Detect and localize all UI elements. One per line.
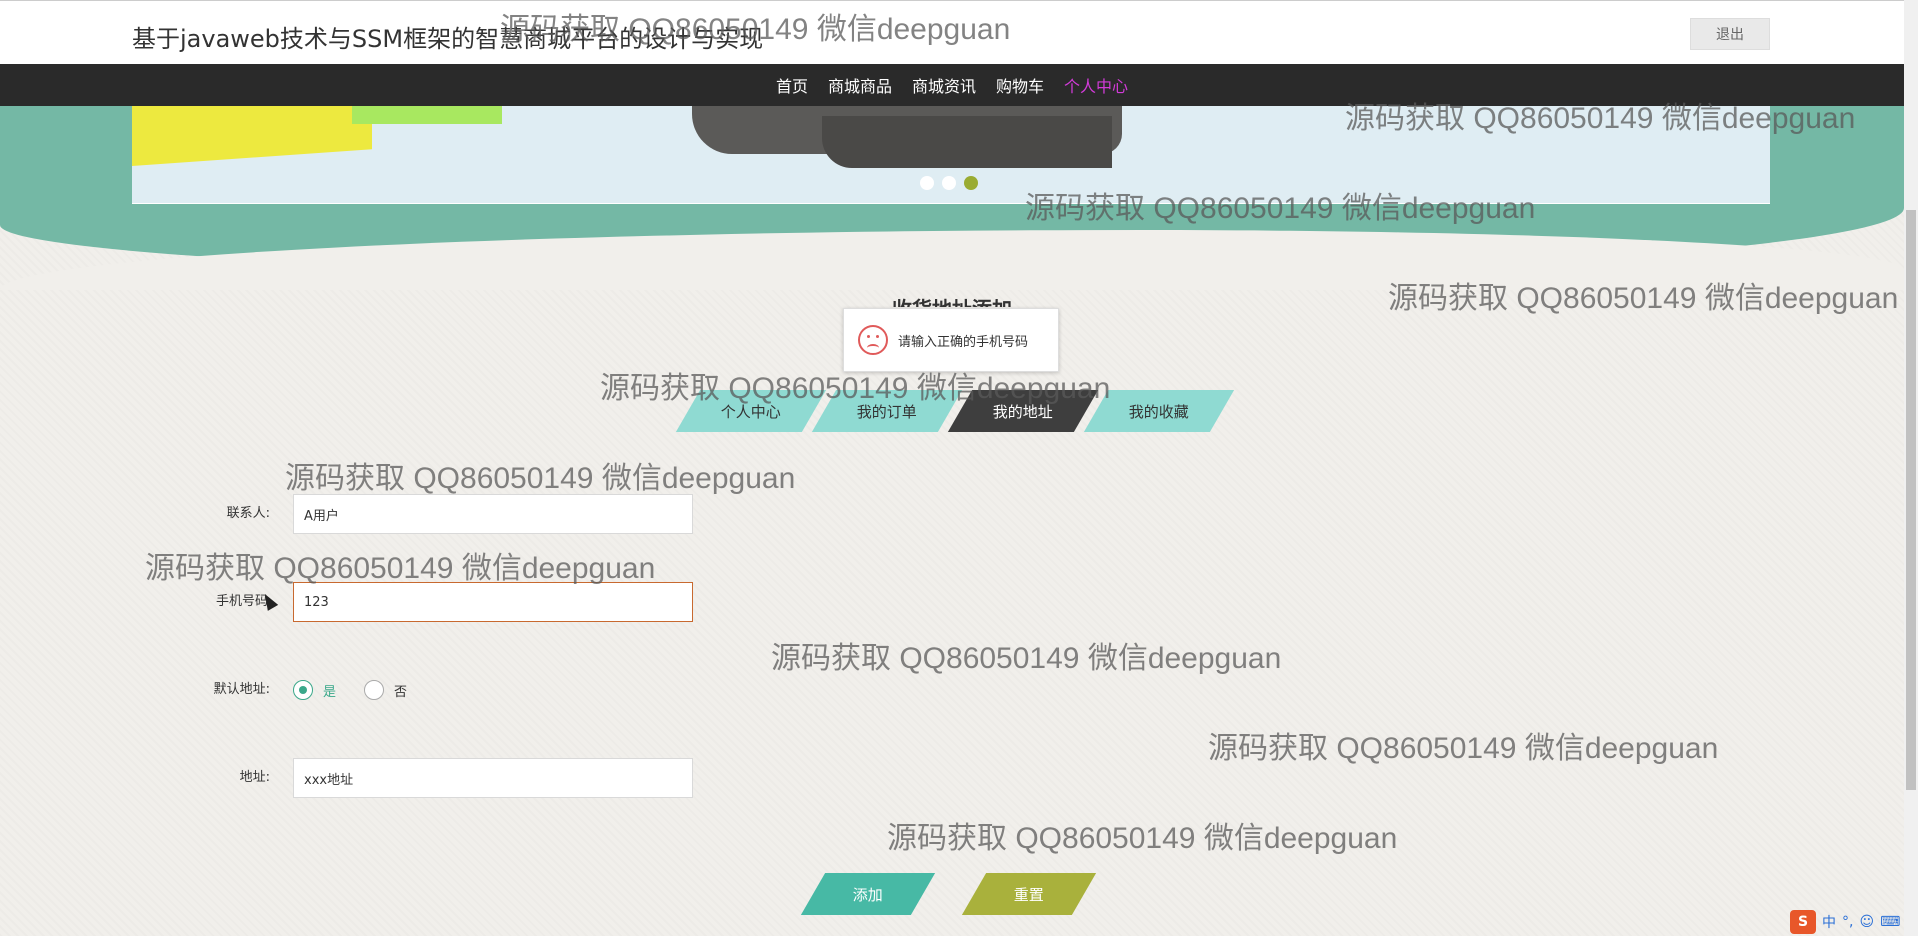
sad-face-icon bbox=[858, 325, 888, 355]
vertical-scrollbar[interactable] bbox=[1904, 0, 1918, 936]
tab-label: 我的收藏 bbox=[1128, 402, 1189, 421]
watermark: 源码获取 QQ86050149 微信deepguan bbox=[1345, 102, 1856, 135]
reset-button-label: 重置 bbox=[1013, 885, 1044, 904]
watermark: 源码获取 QQ86050149 微信deepguan bbox=[500, 13, 1011, 46]
banner-image-yellow bbox=[132, 106, 372, 166]
keyboard-icon[interactable]: ⌨ bbox=[1880, 914, 1900, 930]
carousel-dots bbox=[920, 176, 978, 190]
default-no-radio[interactable] bbox=[364, 680, 385, 700]
watermark: 源码获取 QQ86050149 微信deepguan bbox=[285, 462, 796, 495]
nav-item-cart[interactable]: 购物车 bbox=[996, 73, 1044, 97]
contact-input[interactable]: A用户 bbox=[293, 494, 693, 534]
nav-item-products[interactable]: 商城商品 bbox=[828, 73, 892, 97]
ime-toolbar: S 中 °, ☺ ⌨ bbox=[1790, 910, 1900, 934]
default-address-label: 默认地址: bbox=[213, 682, 270, 697]
carousel-dot-2[interactable] bbox=[942, 176, 956, 190]
punctuation-icon[interactable]: °, bbox=[1842, 914, 1853, 930]
phone-label: 手机号码 bbox=[215, 594, 268, 609]
default-no-label[interactable]: 否 bbox=[394, 681, 407, 700]
nav-item-profile[interactable]: 个人中心 bbox=[1064, 73, 1128, 97]
nav-item-news[interactable]: 商城资讯 bbox=[912, 73, 976, 97]
watermark: 源码获取 QQ86050149 微信deepguan bbox=[771, 642, 1282, 675]
carousel-dot-3[interactable] bbox=[964, 176, 978, 190]
nav-item-home[interactable]: 首页 bbox=[776, 73, 808, 97]
add-button[interactable]: 添加 bbox=[800, 873, 936, 915]
default-yes-label[interactable]: 是 bbox=[323, 681, 336, 700]
watermark: 源码获取 QQ86050149 微信deepguan bbox=[600, 372, 1111, 405]
sogou-logo-icon[interactable]: S bbox=[1790, 910, 1816, 934]
address-label: 地址: bbox=[239, 770, 270, 785]
watermark: 源码获取 QQ86050149 微信deepguan bbox=[887, 822, 1398, 855]
logout-button[interactable]: 退出 bbox=[1690, 18, 1770, 50]
watermark: 源码获取 QQ86050149 微信deepguan bbox=[1025, 192, 1536, 225]
default-yes-radio[interactable] bbox=[293, 680, 313, 700]
default-address-radio-group: 是 否 bbox=[293, 680, 425, 700]
address-input[interactable]: xxx地址 bbox=[293, 758, 693, 798]
watermark: 源码获取 QQ86050149 微信deepguan bbox=[1208, 732, 1719, 765]
contact-label: 联系人: bbox=[226, 506, 270, 521]
reset-button[interactable]: 重置 bbox=[961, 873, 1097, 915]
emoji-icon[interactable]: ☺ bbox=[1859, 914, 1874, 930]
banner-image-green bbox=[352, 106, 502, 124]
phone-input[interactable]: 123 bbox=[293, 582, 693, 622]
ime-mode[interactable]: 中 bbox=[1822, 912, 1836, 932]
toast-message: 请输入正确的手机号码 bbox=[898, 334, 1029, 350]
carousel-dot-1[interactable] bbox=[920, 176, 934, 190]
watermark: 源码获取 QQ86050149 微信deepguan bbox=[145, 552, 656, 585]
watermark: 源码获取 QQ86050149 微信deepguan bbox=[1388, 282, 1899, 315]
scrollbar-thumb[interactable] bbox=[1906, 210, 1916, 790]
banner-image-felt-bag-shadow bbox=[822, 116, 1112, 168]
add-button-label: 添加 bbox=[852, 885, 883, 904]
